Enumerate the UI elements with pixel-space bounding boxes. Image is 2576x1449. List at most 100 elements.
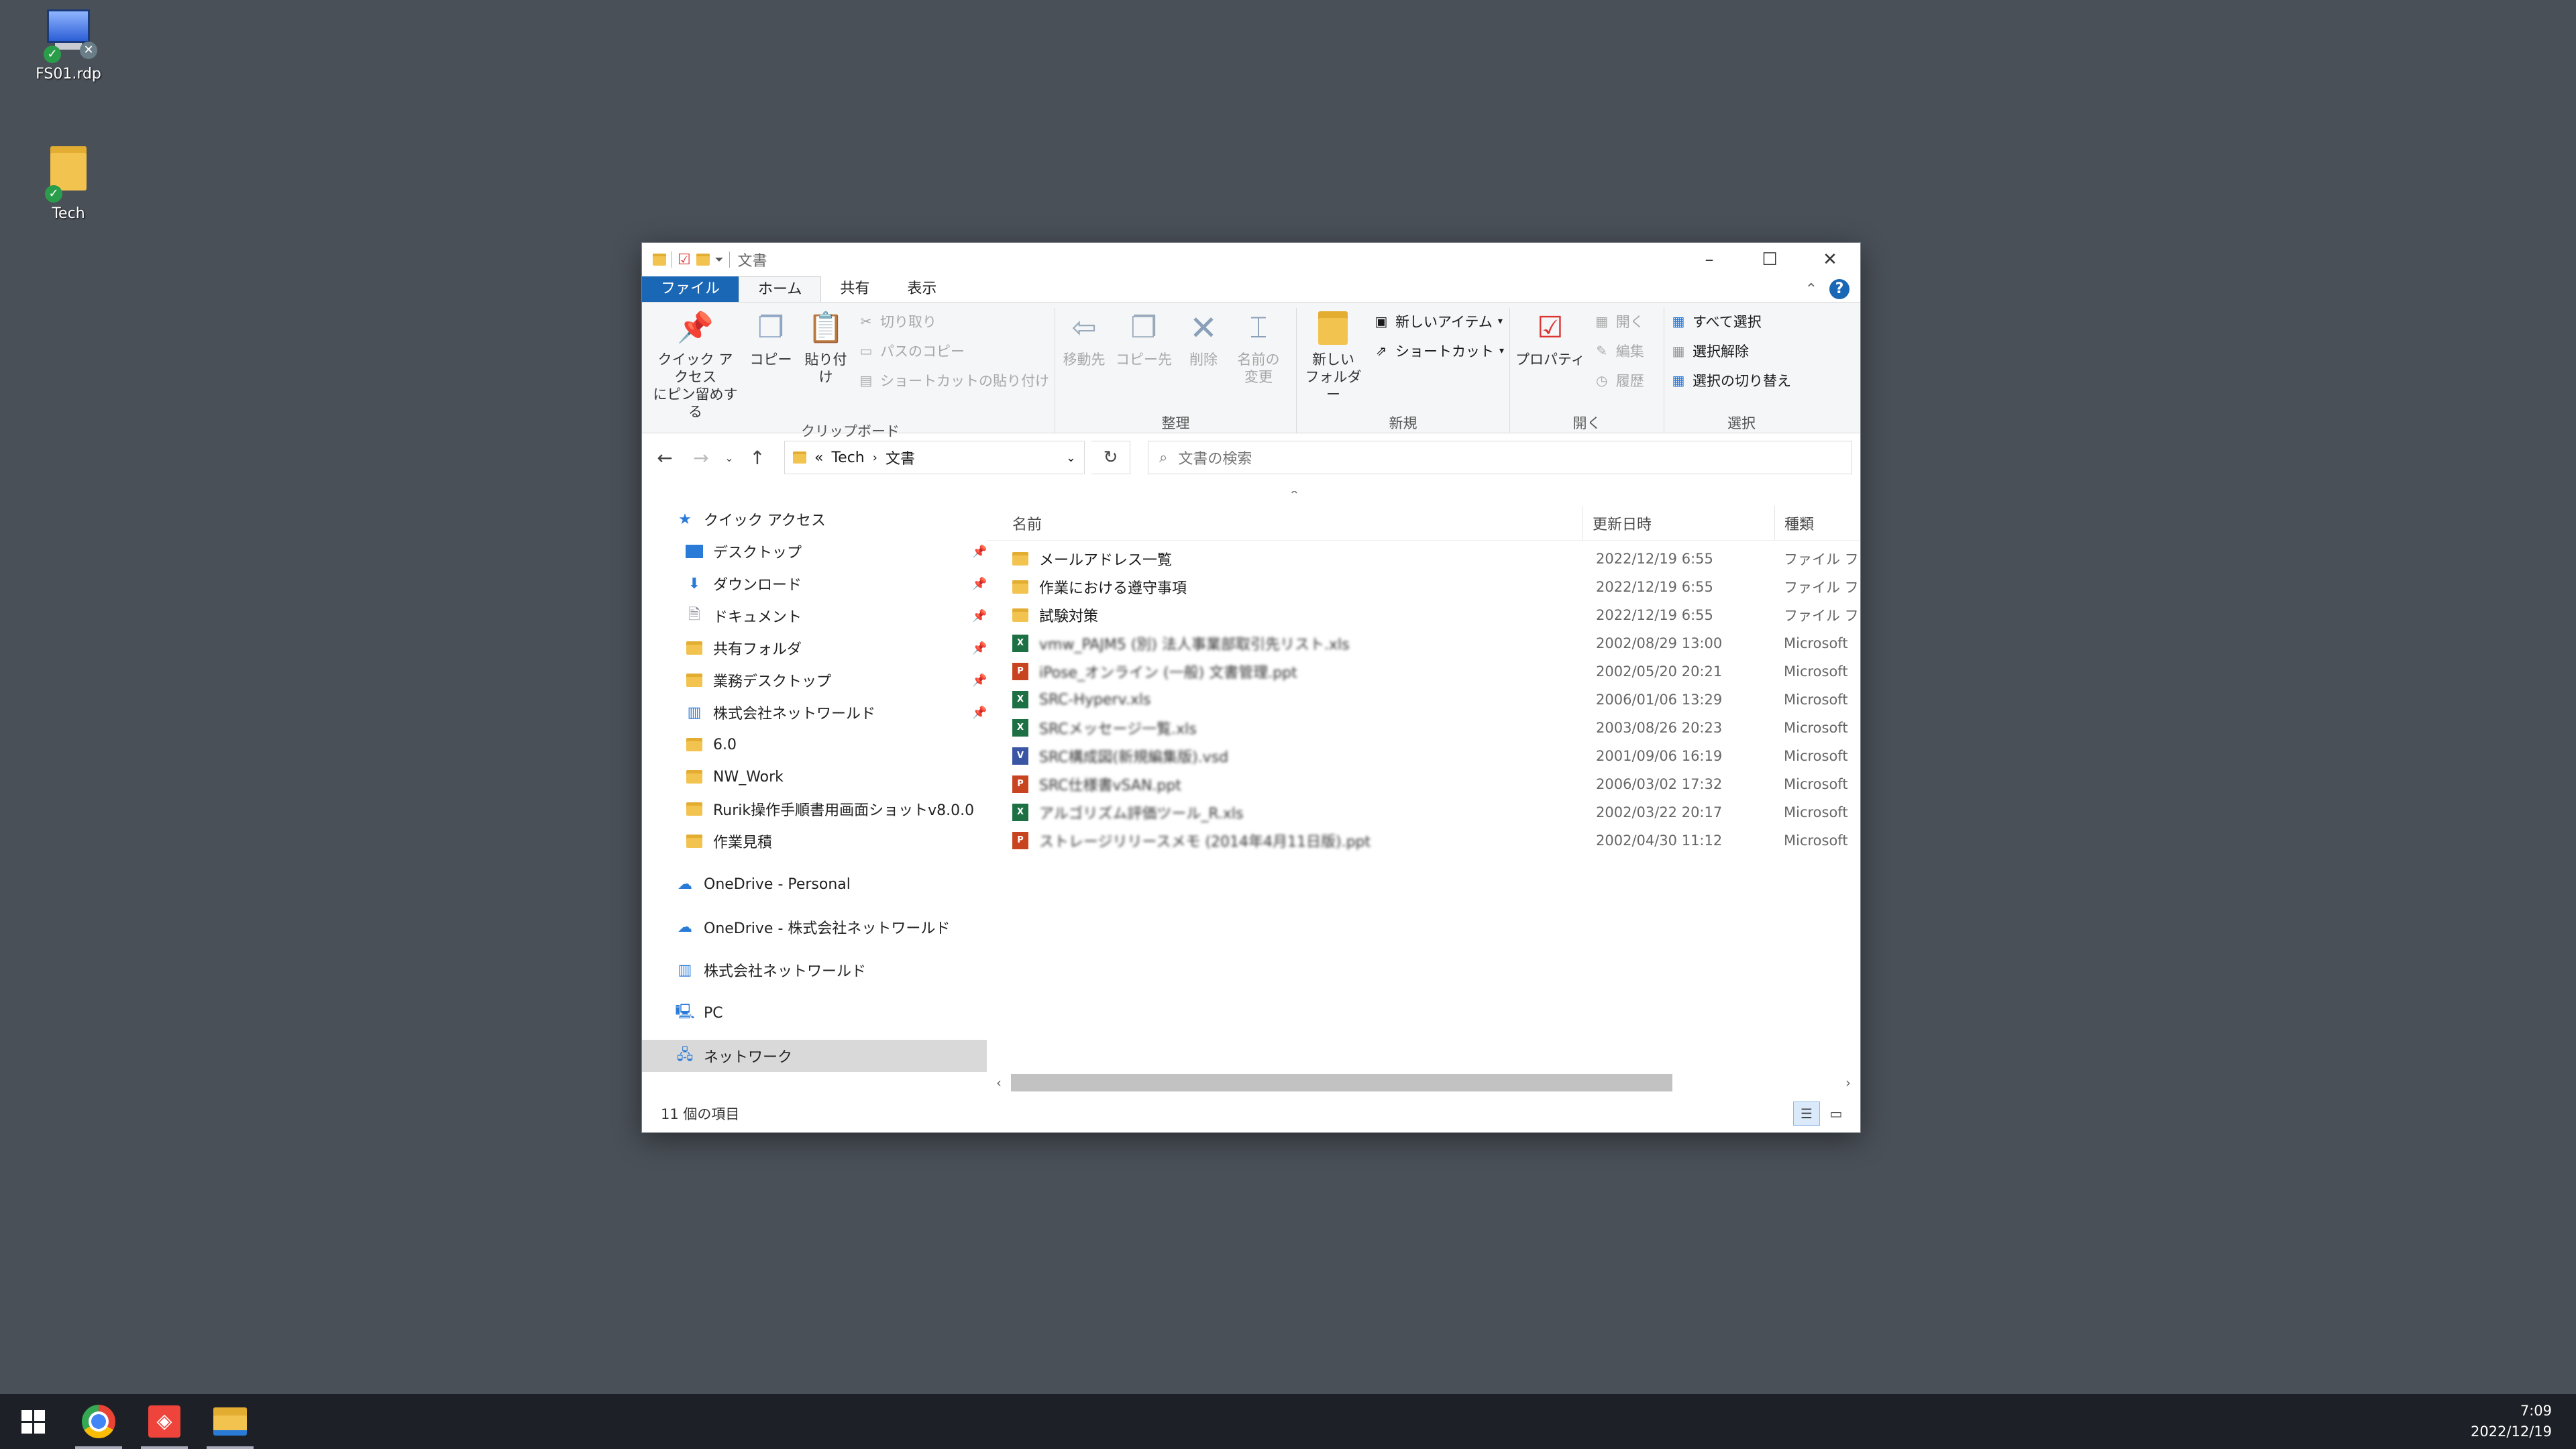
breadcrumb-current[interactable]: 文書 (885, 447, 915, 468)
help-icon[interactable]: ? (1829, 279, 1849, 299)
nav-item-shared-folder[interactable]: 共有フォルダ 📌 (642, 632, 987, 664)
path-icon: ▭ (859, 343, 873, 359)
search-box[interactable]: ⌕ 文書の検索 (1148, 441, 1852, 474)
nav-onedrive-personal[interactable]: ☁ OneDrive - Personal (642, 868, 987, 900)
details-view-button[interactable]: ☰ (1793, 1102, 1820, 1126)
nav-item-recent[interactable]: NW_Work (642, 761, 987, 793)
nav-onedrive-org[interactable]: ☁ OneDrive - 株式会社ネットワールド (642, 911, 987, 943)
large-icons-view-button[interactable]: ▭ (1823, 1102, 1849, 1126)
copy-button[interactable]: ❐ コピー (747, 308, 794, 421)
tab-share[interactable]: 共有 (821, 276, 888, 302)
properties-icon[interactable]: ☑ (678, 252, 691, 268)
paste-button[interactable]: 📋 貼り付け (802, 308, 849, 421)
minimize-button[interactable]: – (1679, 243, 1739, 276)
file-row[interactable]: PiPose_オンライン (一般) 文書管理.ppt 2002/05/20 20:… (987, 657, 1860, 686)
forward-button[interactable]: → (686, 447, 716, 469)
breadcrumb-tech[interactable]: Tech (831, 449, 864, 466)
open-button[interactable]: ▦ 開く (1593, 308, 1644, 335)
nav-item-recent[interactable]: 6.0 (642, 729, 987, 761)
new-folder-button[interactable]: 新しい フォルダー (1302, 308, 1364, 413)
clipboard-group: 📌 クイック アクセス にピン留めする ❐ コピー 📋 貼り付け ✂ 切り取り ▭… (646, 308, 1055, 439)
back-button[interactable]: ← (650, 447, 680, 469)
scroll-left-icon[interactable]: ‹ (987, 1075, 1011, 1091)
pin-to-quick-access-button[interactable]: 📌 クイック アクセス にピン留めする (651, 308, 739, 421)
nav-pc[interactable]: 🖳 PC (642, 997, 987, 1029)
file-row[interactable]: 試験対策 2022/12/19 6:55 ファイル フォルダー (987, 601, 1860, 629)
chevron-down-icon[interactable]: ⌄ (1066, 451, 1076, 465)
desktop-icon-tech[interactable]: ✓ Tech (15, 146, 122, 222)
nav-quick-access[interactable]: ★ クイック アクセス (642, 503, 987, 535)
move-to-button[interactable]: ⇦ 移動先 (1061, 308, 1108, 413)
select-group: ▦ すべて選択 ▦ 選択解除 ▦ 選択の切り替え 選択 (1664, 308, 1819, 433)
nav-item-downloads[interactable]: ⬇ ダウンロード 📌 (642, 568, 987, 600)
taskbar-anydesk[interactable]: ◈ (131, 1394, 197, 1449)
folder-icon: ✓ (38, 146, 99, 203)
file-row[interactable]: P SRC仕様書vSAN.ppt 2006/03/02 17:32 Microsoft (987, 770, 1860, 798)
nav-item-work-desktop[interactable]: 業務デスクトップ 📌 (642, 664, 987, 696)
folder-icon (1012, 608, 1028, 622)
file-row[interactable]: X SRCメッセージ一覧.xls 2003/08/26 20:23 Microsoft (987, 714, 1860, 742)
file-row[interactable]: P ストレージリリースメモ (2014年4月11日版).ppt 2002/04/30… (987, 826, 1860, 855)
copy-to-button[interactable]: ❐ コピー先 (1116, 308, 1172, 413)
chrome-icon (82, 1405, 115, 1438)
file-row[interactable]: X アルゴリズム評価ツール_R.xls 2002/03/22 20:17 Micros… (987, 798, 1860, 826)
nav-item-recent[interactable]: 作業見積 (642, 825, 987, 857)
invert-selection-button[interactable]: ▦ 選択の切り替え (1670, 367, 1791, 394)
desktop-icon-fs01-rdp[interactable]: ✓ ✕ FS01.rdp (15, 9, 122, 83)
move-to-label: 移動先 (1063, 352, 1106, 368)
tab-view[interactable]: 表示 (888, 276, 955, 302)
nav-item-documents[interactable]: 🗎 ドキュメント 📌 (642, 600, 987, 632)
column-type[interactable]: 種類 (1774, 505, 1860, 541)
taskbar-file-explorer[interactable] (197, 1394, 263, 1449)
refresh-button[interactable]: ↻ (1091, 441, 1130, 474)
cut-button[interactable]: ✂ 切り取り (857, 308, 1049, 335)
column-name[interactable]: 名前 (987, 513, 1582, 534)
file-row[interactable]: V SRC構成図(新規編集版).vsd 2001/09/06 16:19 Micros… (987, 742, 1860, 770)
file-date: 2006/01/06 13:29 (1596, 692, 1723, 708)
paste-shortcut-button[interactable]: ▤ ショートカットの貼り付け (857, 367, 1049, 394)
nav-item-networld[interactable]: ▥ 株式会社ネットワールド 📌 (642, 696, 987, 729)
easy-access-button[interactable]: ⇗ ショートカット ▾ (1373, 337, 1504, 364)
invert-selection-icon: ▦ (1672, 372, 1685, 388)
history-button[interactable]: ◷ 履歴 (1593, 367, 1644, 394)
group-label: 開く (1572, 415, 1601, 431)
new-item-button[interactable]: ▣ 新しいアイテム ▾ (1373, 308, 1504, 335)
customize-toolbar-icon[interactable]: ⏷ (715, 253, 724, 266)
file-row[interactable]: メールアドレス一覧 2022/12/19 6:55 ファイル フォルダー (987, 545, 1860, 573)
scrollbar-thumb[interactable] (1011, 1074, 1672, 1091)
nav-item-recent[interactable]: Rurik操作手順書用画面ショットv8.0.0 (642, 793, 987, 825)
delete-button[interactable]: ✕ 削除 (1180, 308, 1227, 413)
nav-network[interactable]: 🖧 ネットワーク (642, 1040, 987, 1072)
start-button[interactable] (0, 1394, 66, 1449)
nav-item-desktop[interactable]: デスクトップ 📌 (642, 535, 987, 568)
select-none-label: 選択解除 (1693, 343, 1749, 360)
file-name: iPose_オンライン (一般) 文書管理.ppt (1039, 665, 1297, 682)
properties-button[interactable]: ☑ プロパティ (1515, 308, 1585, 413)
file-row[interactable]: Xvmw_PAJM5 (別) 法人事業部取引先リスト.xls 2002/08/29… (987, 629, 1860, 657)
taskbar-chrome[interactable] (66, 1394, 131, 1449)
select-all-button[interactable]: ▦ すべて選択 (1670, 308, 1791, 335)
file-row[interactable]: X SRC-Hyperv.xls 2006/01/06 13:29 Microsoft (987, 686, 1860, 714)
rename-button[interactable]: ⌶ 名前の 変更 (1235, 308, 1282, 413)
file-row[interactable]: 作業における遵守事項 2022/12/19 6:55 ファイル フォルダー (987, 573, 1860, 601)
breadcrumb-overflow[interactable]: « (814, 449, 823, 466)
edit-button[interactable]: ✎ 編集 (1593, 337, 1644, 364)
maximize-button[interactable]: ☐ (1739, 243, 1800, 276)
copy-path-button[interactable]: ▭ パスのコピー (857, 337, 1049, 364)
close-button[interactable]: ✕ (1800, 243, 1860, 276)
scroll-right-icon[interactable]: › (1836, 1075, 1860, 1091)
new-folder-icon[interactable] (696, 254, 710, 266)
up-button[interactable]: ↑ (743, 447, 772, 469)
visio-file-icon: V (1012, 747, 1028, 765)
nav-org[interactable]: ▥ 株式会社ネットワールド (642, 954, 987, 986)
collapse-ribbon-icon[interactable]: ⌃ (1805, 281, 1817, 298)
select-none-button[interactable]: ▦ 選択解除 (1670, 337, 1791, 364)
column-date-modified[interactable]: 更新日時 (1582, 505, 1774, 541)
clock[interactable]: 7:09 2022/12/19 (2471, 1401, 2552, 1442)
recent-locations-button[interactable]: ⌄ (722, 451, 736, 464)
tab-file[interactable]: ファイル (642, 276, 739, 302)
horizontal-scrollbar[interactable]: ‹ › (987, 1071, 1860, 1095)
address-bar[interactable]: « Tech › 文書 ⌄ (784, 441, 1085, 474)
tab-home[interactable]: ホーム (739, 276, 822, 302)
file-name: メールアドレス一覧 (1039, 552, 1173, 569)
